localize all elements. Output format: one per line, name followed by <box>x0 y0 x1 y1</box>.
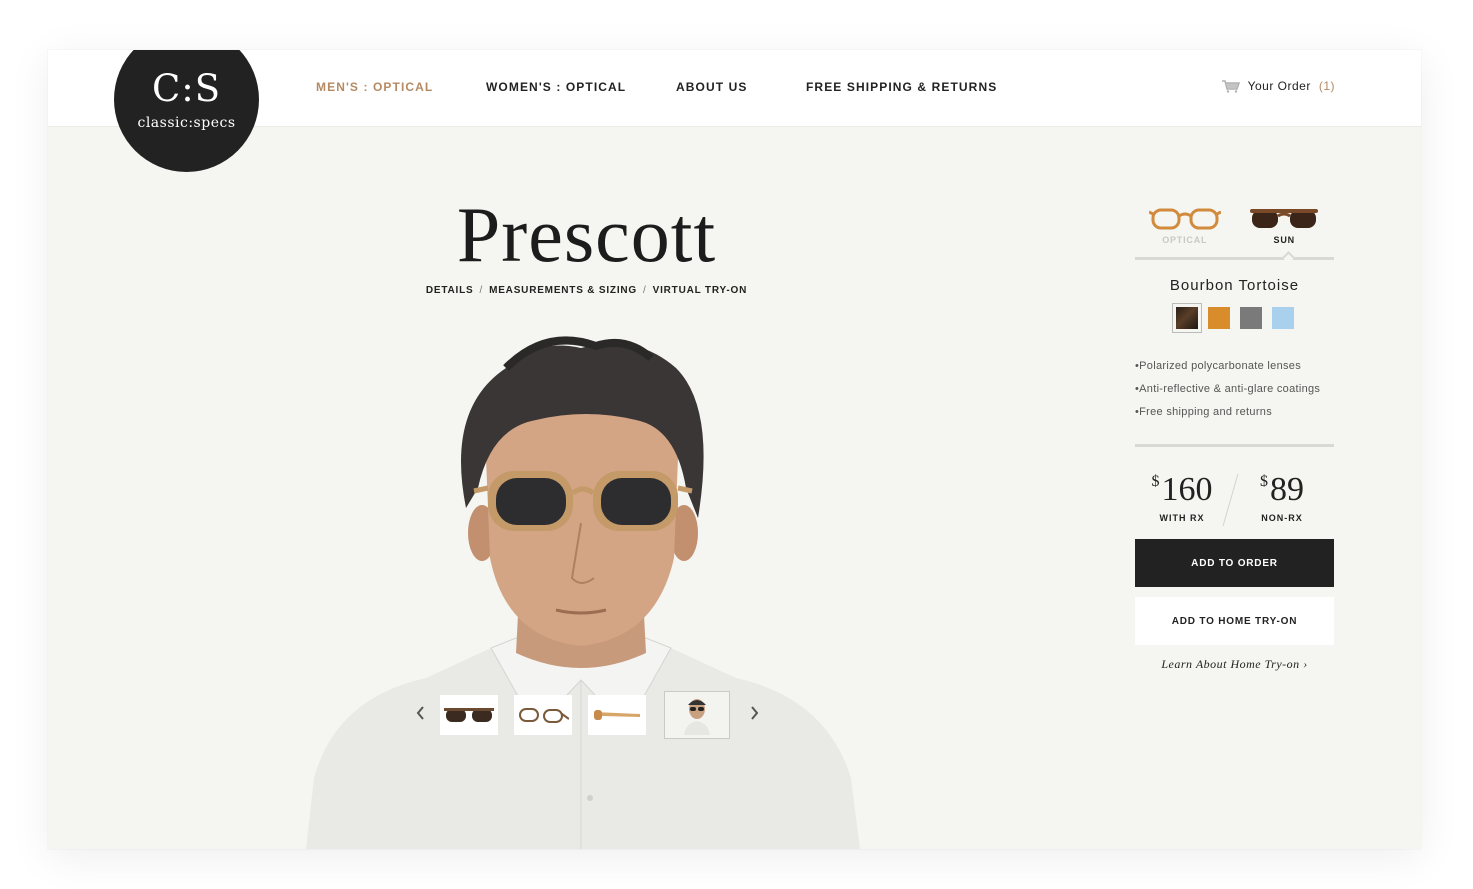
cart-icon <box>1221 79 1240 93</box>
price-non-rx-label: NON-RX <box>1261 513 1303 523</box>
subnav-details[interactable]: DETAILS <box>426 285 474 296</box>
price-non-rx: $89 NON-RX <box>1237 471 1327 523</box>
currency-symbol: $ <box>1151 473 1160 490</box>
price-non-rx-amount: 89 <box>1270 471 1304 508</box>
learn-home-tryon-link[interactable]: Learn About Home Try-on › <box>1135 657 1334 672</box>
nav-womens-optical[interactable]: WOMEN'S : OPTICAL <box>486 80 626 94</box>
price-with-rx-amount: 160 <box>1161 471 1213 508</box>
feature-item: Free shipping and returns <box>1135 401 1334 424</box>
subnav-measurements[interactable]: MEASUREMENTS & SIZING <box>489 285 637 296</box>
subnav-virtual-tryon[interactable]: VIRTUAL TRY-ON <box>653 285 748 296</box>
swatch-amber[interactable] <box>1207 307 1230 329</box>
swatch-sky-blue[interactable] <box>1271 307 1294 329</box>
order-label: Your Order <box>1247 79 1311 93</box>
color-name: Bourbon Tortoise <box>1169 277 1300 294</box>
product-page: C:S classic:specs MEN'S : OPTICAL WOMEN'… <box>48 50 1421 849</box>
thumb-model[interactable] <box>664 691 730 739</box>
product-subnav: DETAILS / MEASUREMENTS & SIZING / VIRTUAL TR… <box>425 285 748 296</box>
logo-wordmark: classic:specs <box>137 115 236 131</box>
order-count: (1) <box>1318 79 1335 93</box>
add-to-home-tryon-button[interactable]: ADD TO HOME TRY-ON <box>1135 597 1334 645</box>
site-header: C:S classic:specs MEN'S : OPTICAL WOMEN'… <box>48 50 1421 172</box>
variant-tabs: OPTICAL SUN <box>1135 200 1335 264</box>
variant-optical[interactable]: OPTICAL <box>1135 200 1235 257</box>
feature-item: Polarized polycarbonate lenses <box>1135 355 1334 378</box>
logo-mark: C:S <box>151 67 222 110</box>
chevron-right-icon <box>750 705 759 725</box>
thumb-sun-front[interactable] <box>440 695 498 735</box>
purchase-panel: OPTICAL SUN Bourbon Tortoise Polarized p… <box>1135 200 1334 672</box>
add-to-order-button[interactable]: ADD TO ORDER <box>1135 539 1334 587</box>
product-title: Prescott <box>456 191 717 278</box>
feature-item: Anti-reflective & anti-glare coatings <box>1135 378 1334 401</box>
feature-list: Polarized polycarbonate lenses Anti-refl… <box>1135 355 1334 424</box>
swatch-bourbon-tortoise[interactable] <box>1171 303 1202 333</box>
nav-mens-optical[interactable]: MEN'S : OPTICAL <box>316 80 433 94</box>
currency-symbol: $ <box>1260 473 1268 490</box>
chevron-left-icon <box>416 705 425 725</box>
prev-arrow[interactable] <box>410 705 430 725</box>
optical-glasses-icon <box>1148 204 1222 237</box>
color-swatches <box>1135 303 1334 333</box>
swatch-grey[interactable] <box>1239 307 1262 329</box>
thumb-optical-angle[interactable] <box>514 695 572 735</box>
image-thumbnails <box>410 691 764 739</box>
sunglasses-icon <box>1248 204 1320 237</box>
your-order-link[interactable]: Your Order (1) <box>1221 79 1335 93</box>
variant-sun-label: SUN <box>1273 235 1295 245</box>
nav-about-us[interactable]: ABOUT US <box>676 80 747 94</box>
brand-logo[interactable]: C:S classic:specs <box>114 50 259 172</box>
price-block: $160 WITH RX $89 NON-RX <box>1135 447 1334 539</box>
variant-optical-label: OPTICAL <box>1162 235 1208 245</box>
price-with-rx-label: WITH RX <box>1159 513 1205 523</box>
model-photo <box>306 308 860 849</box>
price-with-rx: $160 WITH RX <box>1137 471 1227 523</box>
thumb-optical-side[interactable] <box>588 695 646 735</box>
nav-free-shipping[interactable]: FREE SHIPPING & RETURNS <box>806 80 997 94</box>
next-arrow[interactable] <box>744 705 764 725</box>
variant-sun[interactable]: SUN <box>1235 200 1335 257</box>
